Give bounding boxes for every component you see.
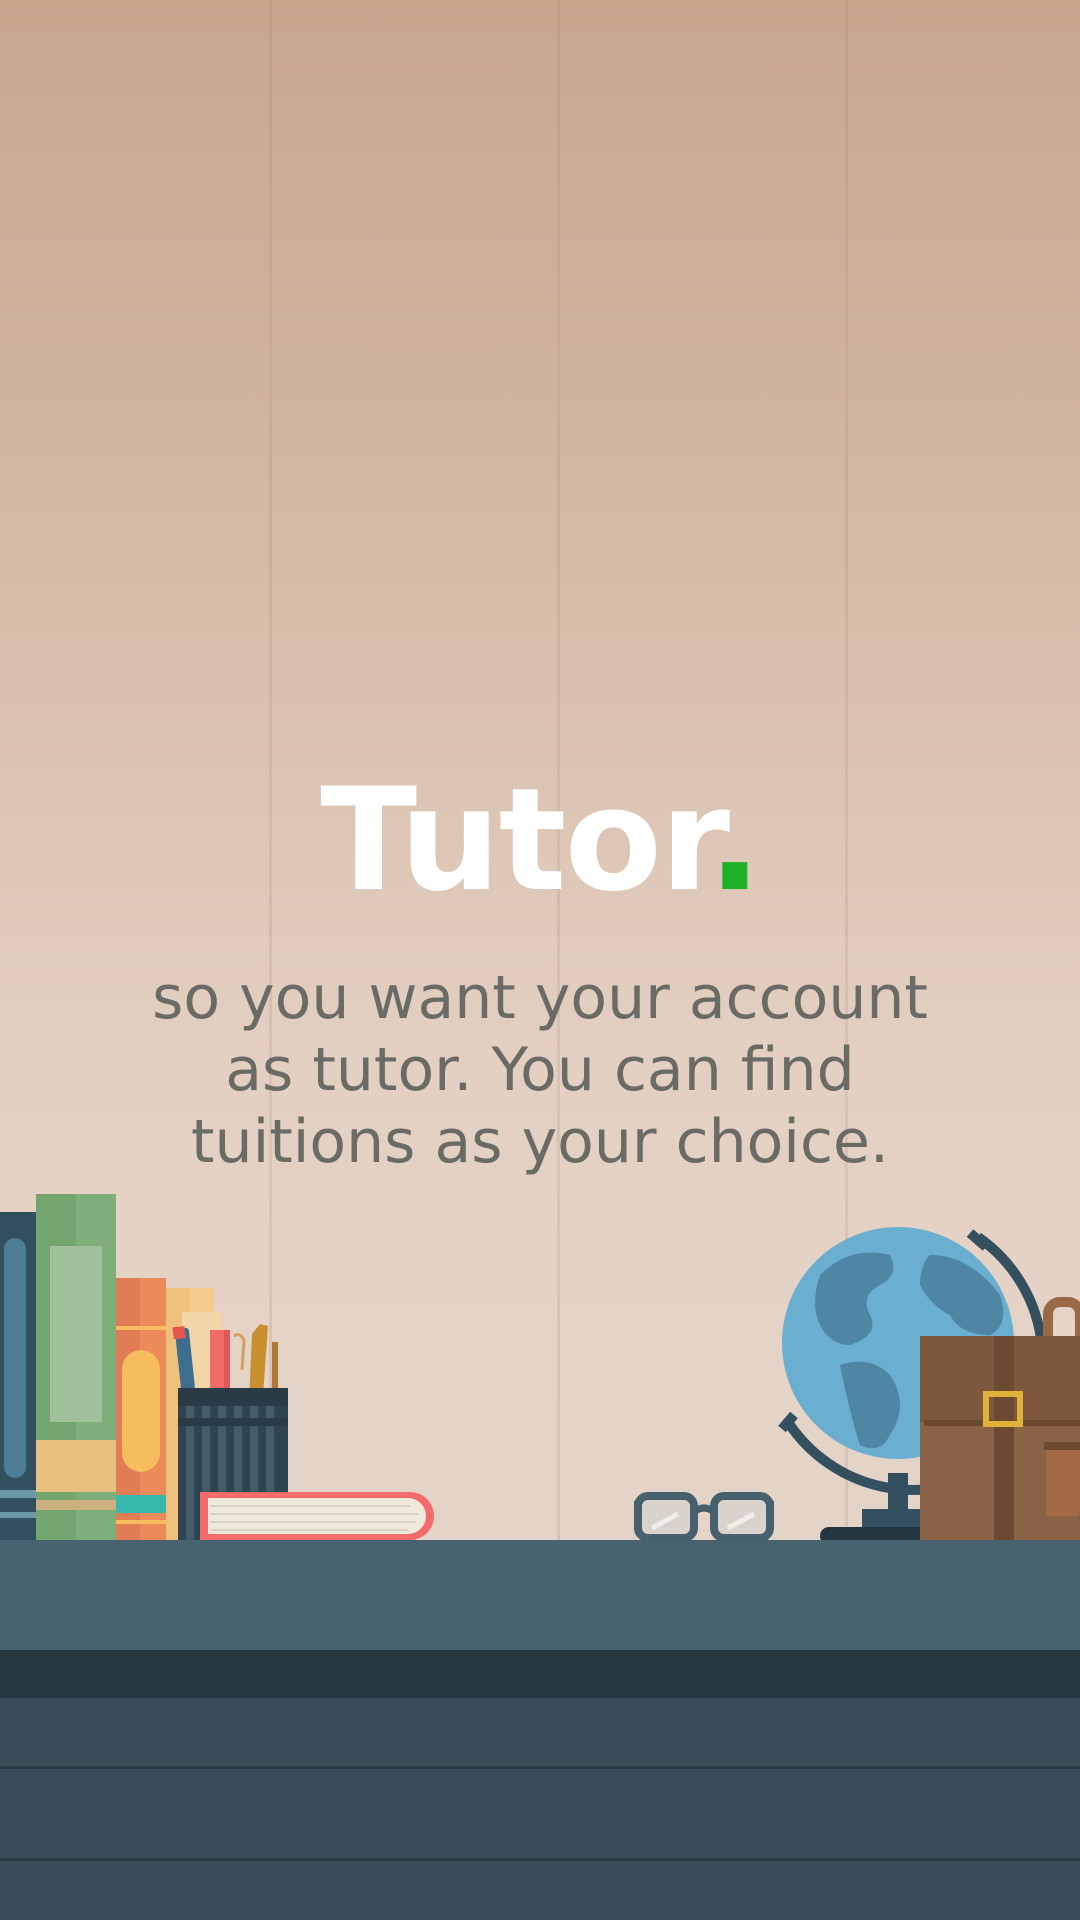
app-name: Tutor: [320, 758, 710, 923]
desk-groove: [0, 1766, 1080, 1769]
book-icon: [200, 1492, 434, 1540]
desk-surface: [0, 1540, 1080, 1650]
desk-groove: [0, 1858, 1080, 1861]
message-line: so you want your account: [152, 963, 928, 1033]
app-logo: Tutor.: [0, 770, 1080, 912]
desk-front: [0, 1698, 1080, 1920]
glasses-icon: [634, 1492, 774, 1542]
onboarding-message: so you want your account as tutor. You c…: [90, 962, 990, 1178]
logo-dot: .: [707, 758, 762, 923]
briefcase-icon: [920, 1297, 1080, 1542]
message-line: tuitions as your choice.: [191, 1107, 889, 1177]
message-line: as tutor. You can find: [225, 1035, 855, 1105]
desk-edge: [0, 1650, 1080, 1698]
tutor-onboarding-screen: Tutor. so you want your account as tutor…: [0, 0, 1080, 1920]
